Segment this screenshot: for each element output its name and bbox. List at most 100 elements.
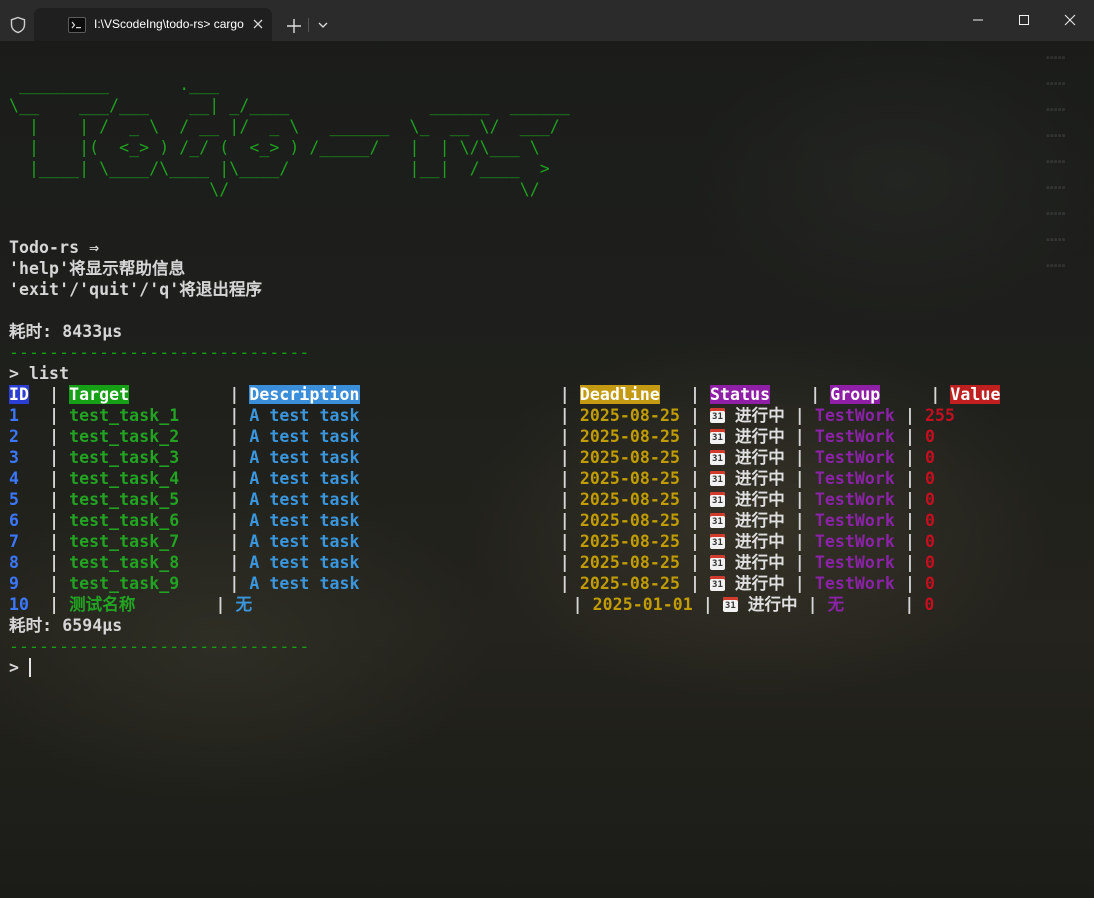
cell-value: 0	[925, 511, 936, 530]
calendar-icon: 31	[710, 471, 726, 486]
cell-deadline: 2025-08-25	[579, 511, 680, 530]
table-header: ID | Target | Description | Deadline | S…	[9, 385, 1001, 404]
cell-deadline: 2025-08-25	[579, 469, 680, 488]
table-row: 5 | test_task_5 | A test task | 2025-08-…	[9, 490, 936, 509]
banner-line: \__ ___/___ __| _/____ ______ ______	[9, 96, 570, 115]
header-description: Description	[249, 385, 360, 404]
table-row: 10 | 测试名称 | 无 | 2025-01-01 | 31 进行中 | 无 …	[9, 595, 935, 614]
cell-description: 无	[235, 595, 253, 614]
minimize-button[interactable]	[955, 0, 1001, 41]
cell-target: test_task_3	[69, 448, 180, 467]
prompt-title: Todo-rs ⇒	[9, 238, 100, 257]
cell-description: A test task	[249, 490, 360, 509]
cell-target: test_task_6	[69, 511, 180, 530]
calendar-icon: 31	[710, 450, 726, 465]
cell-value: 0	[925, 469, 936, 488]
cell-group: TestWork	[814, 532, 895, 551]
tab-separator	[308, 18, 309, 32]
banner-line: | | / _ \ / __ |/ _ \ ______ \_ __ \/ __…	[9, 117, 560, 136]
cell-deadline: 2025-08-25	[579, 553, 680, 572]
elapsed-time: 耗时: 8433µs	[9, 322, 123, 341]
text-cursor	[29, 658, 32, 677]
calendar-icon: 31	[710, 534, 726, 549]
calendar-icon: 31	[722, 597, 738, 612]
maximize-icon	[1019, 15, 1029, 25]
banner-line: _________ .___	[9, 75, 220, 94]
cell-status: 进行中	[735, 490, 785, 509]
cell-id: 3	[9, 448, 20, 467]
terminal-output[interactable]: ▪▪▪▪▪ ▪▪▪▪▪ ▪▪▪▪▪ ▪▪▪▪▪ ▪▪▪▪▪ ▪▪▪▪▪ ▪▪▪▪▪ ▪▪▪▪▪…	[0, 41, 1094, 898]
exit-hint: 'exit'/'quit'/'q'将退出程序	[9, 280, 263, 299]
cell-status: 进行中	[735, 448, 785, 467]
cell-id: 8	[9, 553, 20, 572]
cell-id: 9	[9, 574, 20, 593]
command-line: > list	[9, 364, 70, 383]
tab-terminal[interactable]: I:\VScodeIng\todo-rs> cargo	[34, 8, 272, 41]
cell-description: A test task	[249, 574, 360, 593]
cell-status: 进行中	[735, 532, 785, 551]
cell-value: 0	[925, 448, 936, 467]
cell-id: 4	[9, 469, 20, 488]
cell-target: test_task_2	[69, 427, 180, 446]
input-line[interactable]: >	[9, 657, 32, 678]
terminal-icon	[68, 17, 86, 33]
cell-id: 5	[9, 490, 20, 509]
calendar-icon: 31	[710, 429, 726, 444]
header-id: ID	[9, 385, 30, 404]
table-row: 9 | test_task_9 | A test task | 2025-08-…	[9, 574, 936, 593]
banner-line: |____| \____/\____ |\____/ |__| /____ >	[9, 159, 550, 178]
header-deadline: Deadline	[579, 385, 660, 404]
cell-id: 7	[9, 532, 20, 551]
banner-line: \/ \/	[9, 180, 540, 199]
cell-description: A test task	[249, 553, 360, 572]
cell-target: 测试名称	[69, 595, 136, 614]
cell-status: 进行中	[735, 511, 785, 530]
header-group: Group	[830, 385, 881, 404]
cell-value: 0	[925, 574, 936, 593]
table-row: 2 | test_task_2 | A test task | 2025-08-…	[9, 427, 936, 446]
cell-target: test_task_7	[69, 532, 180, 551]
cell-value: 0	[925, 553, 936, 572]
calendar-icon: 31	[710, 555, 726, 570]
calendar-icon: 31	[710, 492, 726, 507]
calendar-icon: 31	[710, 513, 726, 528]
table-row: 8 | test_task_8 | A test task | 2025-08-…	[9, 553, 936, 572]
shield-icon[interactable]	[9, 16, 27, 34]
cell-group: TestWork	[814, 490, 895, 509]
plus-icon[interactable]	[282, 14, 306, 38]
title-bar: I:\VScodeIng\todo-rs> cargo	[0, 0, 1094, 41]
cell-deadline: 2025-08-25	[579, 406, 680, 425]
divider-rule: ------------------------------	[9, 637, 310, 656]
maximize-button[interactable]	[1001, 0, 1047, 41]
cell-status: 进行中	[747, 595, 798, 614]
prompt-symbol: >	[9, 658, 30, 677]
cell-description: A test task	[249, 469, 360, 488]
cell-status: 进行中	[735, 574, 785, 593]
calendar-icon: 31	[710, 576, 726, 591]
cell-description: A test task	[249, 406, 360, 425]
cell-value: 0	[925, 490, 936, 509]
close-window-icon	[1064, 14, 1076, 26]
cell-group: TestWork	[814, 511, 895, 530]
cell-deadline: 2025-08-25	[579, 490, 680, 509]
cell-id: 6	[9, 511, 20, 530]
table-row: 3 | test_task_3 | A test task | 2025-08-…	[9, 448, 936, 467]
chevron-down-icon[interactable]	[314, 16, 332, 34]
cell-value: 0	[925, 532, 936, 551]
cell-target: test_task_5	[69, 490, 180, 509]
cell-target: test_task_8	[69, 553, 180, 572]
cell-description: A test task	[249, 532, 360, 551]
help-hint: 'help'将显示帮助信息	[9, 259, 186, 278]
cell-description: A test task	[249, 511, 360, 530]
divider-rule: ------------------------------	[9, 343, 310, 362]
ascii-banner: _________ .___ \__ ___/___ __| _/____ __…	[9, 74, 570, 200]
cell-group: TestWork	[814, 574, 895, 593]
table-row: 1 | test_task_1 | A test task | 2025-08-…	[9, 406, 956, 425]
close-window-button[interactable]	[1047, 0, 1093, 41]
cell-deadline: 2025-08-25	[579, 532, 680, 551]
cell-status: 进行中	[735, 553, 785, 572]
cell-status: 进行中	[735, 469, 785, 488]
terminal-window: I:\VScodeIng\todo-rs> cargo ▪▪▪▪▪ ▪▪▪▪▪ …	[0, 0, 1094, 898]
close-icon[interactable]	[249, 15, 267, 33]
tab-title: I:\VScodeIng\todo-rs> cargo	[94, 17, 244, 31]
